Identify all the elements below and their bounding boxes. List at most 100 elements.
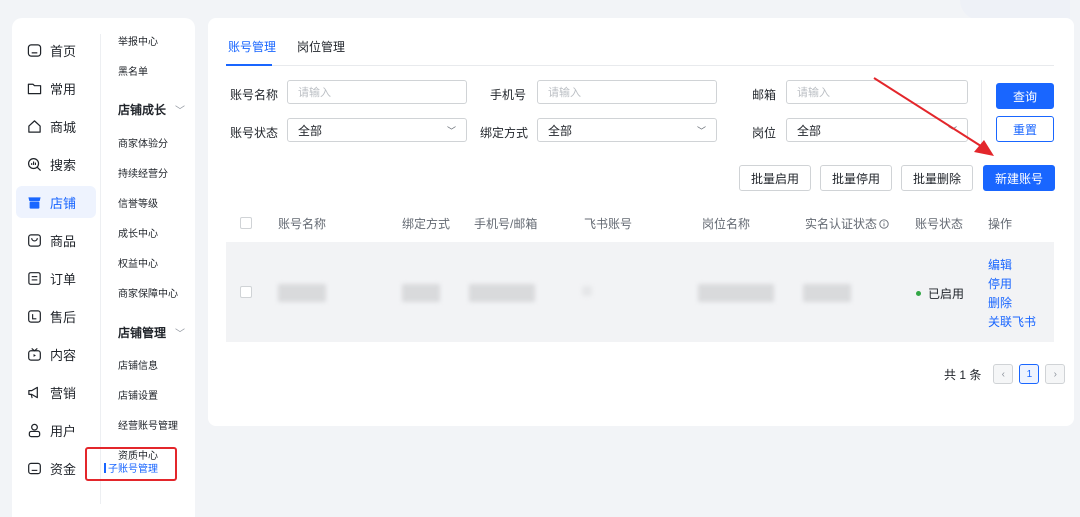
home-icon [26,42,42,58]
nav-item-order[interactable]: 订单 [16,262,96,294]
nav-item-funds[interactable]: 资金 [16,452,96,484]
active-tab-underline [226,64,272,66]
subnav-group-shop-growth[interactable]: 店铺成长 ﹀ [118,101,185,118]
top-decoration [960,0,1070,20]
nav-item-product[interactable]: 商品 [16,224,96,256]
page-number-button[interactable]: 1 [1019,364,1040,384]
link-feishu-link[interactable]: 关联飞书 [988,313,1036,330]
table-row: 已启用 编辑 停用 删除 关联飞书 [226,242,1054,342]
nav-item-after-sale[interactable]: 售后 [16,300,96,332]
after-sale-icon [26,308,42,324]
subnav-item-sub-account-management[interactable]: 子账号管理 [104,460,158,475]
next-page-button[interactable]: › [1045,364,1066,384]
total-count: 共 1 条 [944,367,982,382]
reset-button[interactable]: 重置 [996,116,1054,142]
redacted-position-name [698,284,774,302]
row-checkbox[interactable] [240,286,252,298]
nav-item-mall[interactable]: 商城 [16,110,96,142]
nav-item-label: 售后 [50,309,77,325]
chevron-down-icon: ﹀ [175,329,186,340]
edit-link[interactable]: 编辑 [988,256,1012,273]
bind-method-select[interactable]: 全部 ﹀ [537,118,717,142]
prev-page-button[interactable]: ‹ [993,364,1014,384]
side-navigation: 首页 常用 商城 搜索 店铺 商品 订单 售后 内容 营销 用户 资金 举报中心… [12,18,195,517]
account-name-label: 账号名称 [230,88,279,102]
subnav-item-report-center[interactable]: 举报中心 [118,33,158,48]
subnav-group-title: 店铺成长 [118,103,167,117]
order-icon [26,270,42,286]
account-status-select[interactable]: 全部 ﹀ [287,118,467,142]
tv-icon [26,346,42,362]
account-status-label: 账号状态 [230,126,279,140]
redacted-real-name-status [803,284,851,302]
redacted-account-name [278,284,326,302]
column-header-bind-method: 绑定方式 [402,217,451,231]
subnav-item-guarantee-center[interactable]: 商家保障中心 [118,285,178,300]
subnav-group-title: 店铺管理 [118,326,167,340]
email-label: 邮箱 [752,88,777,102]
nav-item-label: 内容 [50,347,77,363]
account-name-input[interactable]: 请输入 [287,80,467,104]
select-value: 全部 [298,123,323,138]
chevron-down-icon: ﹀ [446,125,456,136]
select-all-checkbox[interactable] [240,217,252,229]
house-icon [26,118,42,134]
select-value: 全部 [797,123,822,138]
nav-item-label: 营销 [50,385,77,401]
shop-icon [26,194,42,210]
megaphone-icon [26,384,42,400]
nav-item-label: 首页 [50,43,77,59]
delete-link[interactable]: 删除 [988,294,1012,311]
subnav-item-benefits-center[interactable]: 权益中心 [118,255,158,270]
disable-link[interactable]: 停用 [988,275,1012,292]
subnav-group-shop-management[interactable]: 店铺管理 ﹀ [118,324,185,341]
query-button[interactable]: 查询 [996,83,1054,109]
nav-divider [100,34,101,504]
tab-position-management[interactable]: 岗位管理 [297,38,345,55]
nav-item-label: 常用 [50,81,77,97]
column-header-actions: 操作 [988,217,1013,231]
subnav-item-blacklist[interactable]: 黑名单 [118,63,148,78]
subnav-active-label: 子账号管理 [108,464,158,475]
subnav-item-business-account[interactable]: 经营账号管理 [118,417,178,432]
subnav-item-credit-level[interactable]: 信誉等级 [118,195,158,210]
column-header-phone-email: 手机号/邮箱 [474,217,538,231]
subnav-item-shop-info[interactable]: 店铺信息 [118,357,158,372]
tab-bar: 账号管理 岗位管理 [226,18,1054,66]
column-header-real-name-status: 实名认证状态 [805,215,889,232]
select-value: 全部 [548,123,573,138]
pagination: 共 1 条 ‹ 1 › [944,364,1066,384]
nav-item-label: 搜索 [50,157,77,173]
redacted-phone-email [469,284,535,302]
nav-item-marketing[interactable]: 营销 [16,376,96,408]
subnav-item-shop-settings[interactable]: 店铺设置 [118,387,158,402]
product-icon [26,232,42,248]
nav-item-content[interactable]: 内容 [16,338,96,370]
subnav-item-operation-score[interactable]: 持续经营分 [118,165,168,180]
batch-enable-button[interactable]: 批量启用 [739,165,811,191]
bind-method-label: 绑定方式 [480,126,529,140]
nav-item-shop[interactable]: 店铺 [16,186,96,218]
info-icon[interactable] [879,218,889,229]
nav-item-label: 商品 [50,233,77,249]
account-status-badge: 已启用 [916,285,964,302]
wallet-icon [26,460,42,476]
subnav-item-growth-center[interactable]: 成长中心 [118,225,158,240]
tab-account-management[interactable]: 账号管理 [228,38,276,55]
redacted-feishu-account [582,286,592,296]
status-text: 已启用 [928,287,965,301]
chevron-down-icon: ﹀ [175,106,186,117]
search-chart-icon [26,156,42,172]
column-header-account-status: 账号状态 [915,217,964,231]
column-header-label: 实名认证状态 [805,217,878,231]
table-header: 账号名称 绑定方式 手机号/邮箱 飞书账号 岗位名称 实名认证状态 账号状态 操… [226,204,1054,242]
column-header-feishu-account: 飞书账号 [584,217,633,231]
folder-icon [26,80,42,96]
nav-item-common[interactable]: 常用 [16,72,96,104]
nav-item-user[interactable]: 用户 [16,414,96,446]
nav-item-search[interactable]: 搜索 [16,148,96,180]
nav-item-label: 商城 [50,119,77,135]
nav-item-home[interactable]: 首页 [16,34,96,66]
phone-input[interactable]: 请输入 [537,80,717,104]
subnav-item-experience-score[interactable]: 商家体验分 [118,135,168,150]
